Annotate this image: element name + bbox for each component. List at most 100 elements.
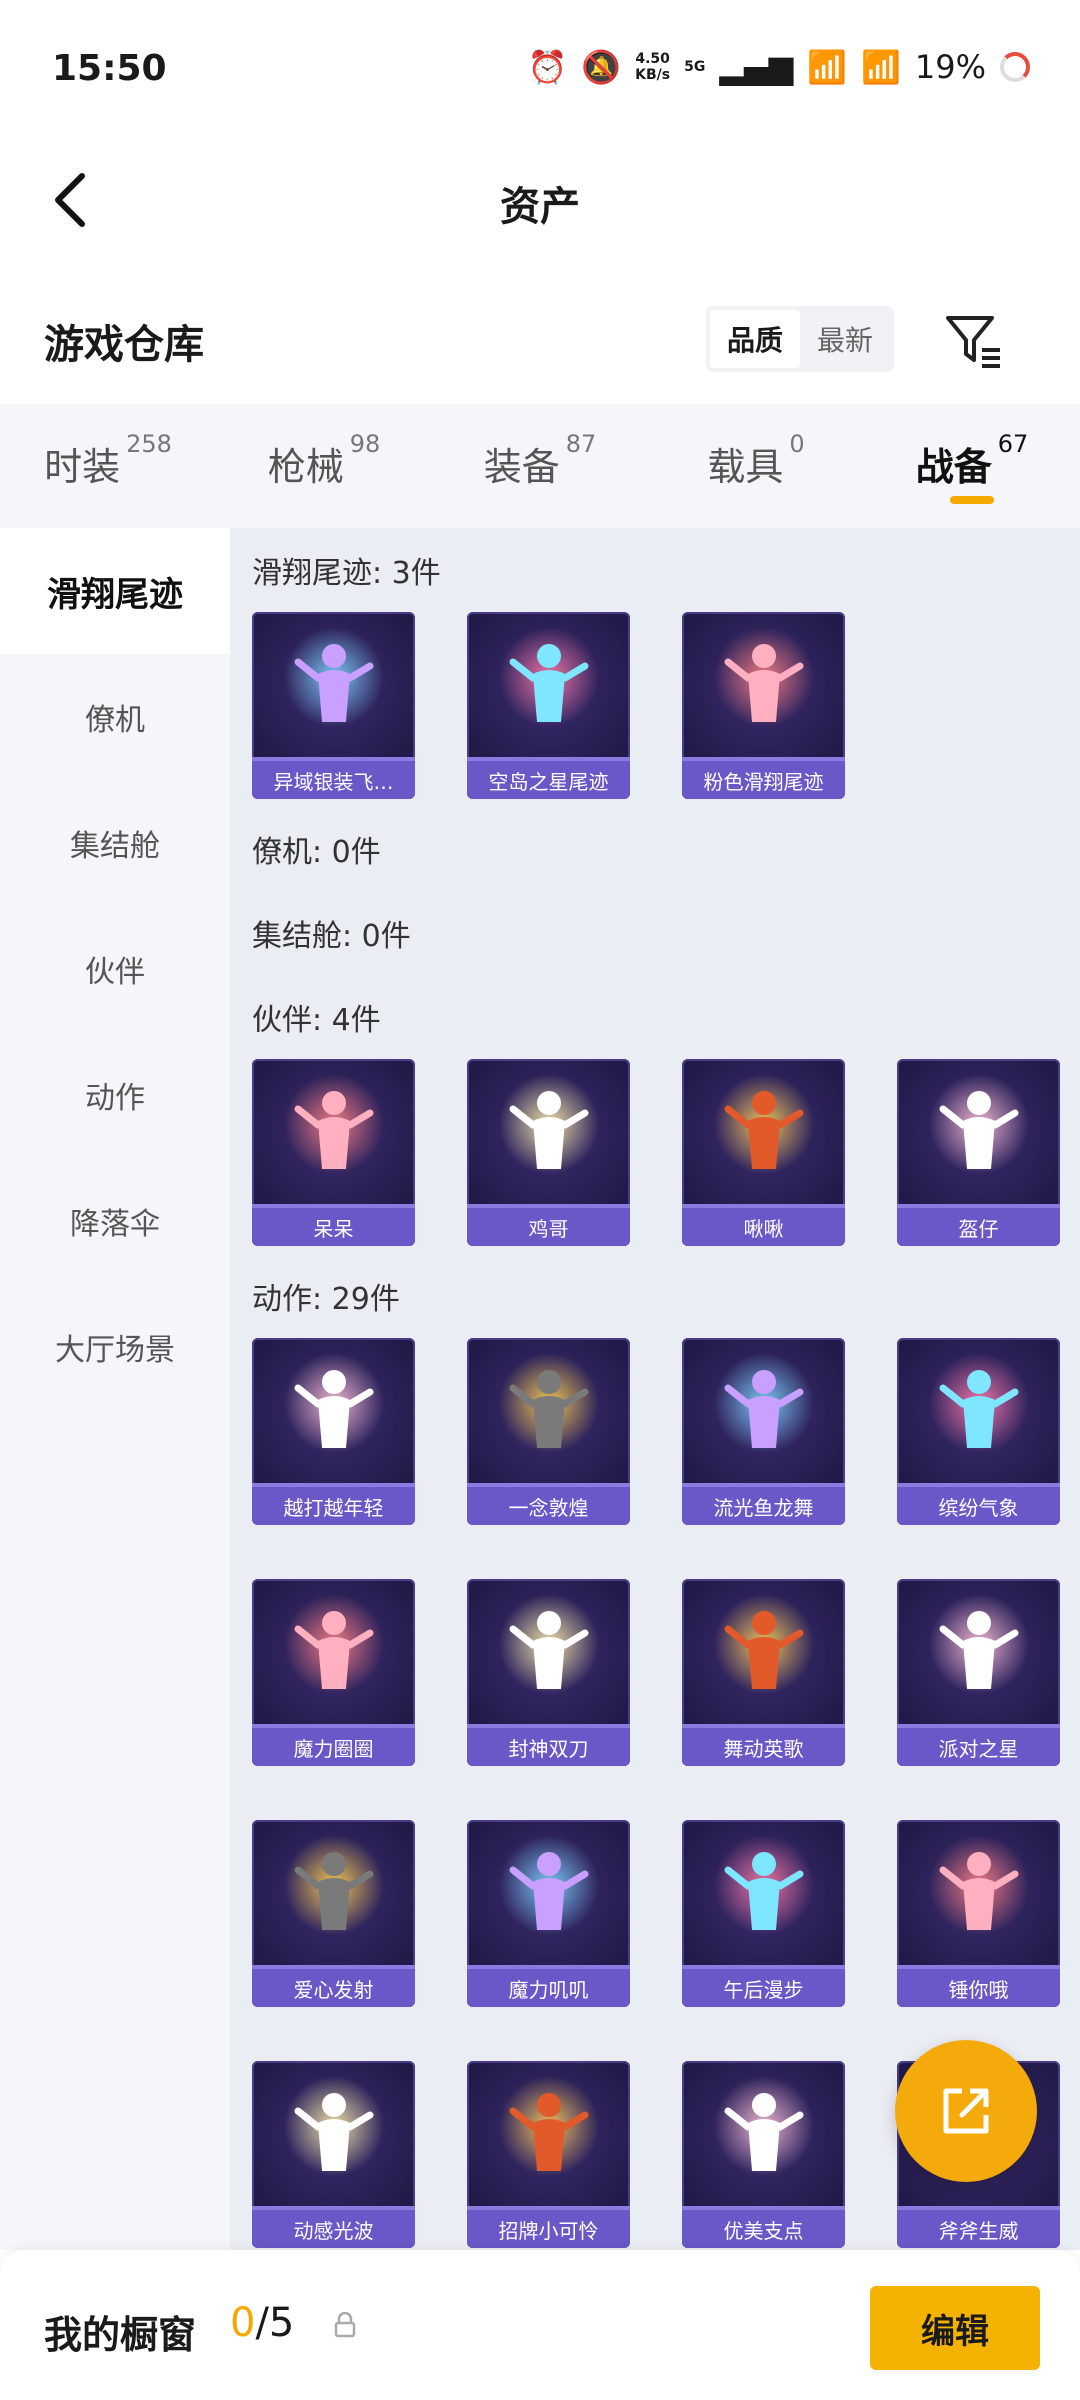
tab-count: 98 xyxy=(349,430,381,458)
item-name: 魔力叽叽 xyxy=(467,1969,630,2007)
sidebar-item-glide-trail[interactable]: 滑翔尾迹 xyxy=(0,528,230,654)
item-artwork xyxy=(682,1820,845,1970)
item-artwork xyxy=(467,612,630,762)
sidebar-item-rally-pod[interactable]: 集结舱 xyxy=(0,780,230,906)
tab-count: 67 xyxy=(997,430,1029,458)
tab-vehicles[interactable]: 载具 0 xyxy=(648,404,864,528)
tab-label: 战备 xyxy=(915,445,992,489)
sidebar-item-companion[interactable]: 伙伴 xyxy=(0,906,230,1032)
item-card[interactable]: 派对之星 xyxy=(897,1579,1060,1766)
item-card[interactable]: 盔仔 xyxy=(897,1059,1060,1246)
section-header: 游戏仓库 品质 最新 xyxy=(0,290,1080,390)
item-artwork xyxy=(467,1820,630,1970)
sort-toggle[interactable]: 品质 最新 xyxy=(706,306,894,372)
item-name: 招牌小可怜 xyxy=(467,2210,630,2248)
group-header: 滑翔尾迹: 3件 xyxy=(252,556,441,591)
item-grid: 呆呆 鸡哥 啾啾 盔仔 xyxy=(252,1059,1080,1246)
item-card[interactable]: 缤纷气象 xyxy=(897,1338,1060,1525)
wifi-icon-2: 📶 xyxy=(861,48,901,86)
sidebar-item-lobby-scene[interactable]: 大厅场景 xyxy=(0,1284,230,1410)
item-artwork xyxy=(682,1338,845,1488)
item-name: 斧斧生威 xyxy=(897,2210,1060,2248)
battery-icon xyxy=(1000,52,1030,82)
page-title: 资产 xyxy=(500,184,580,230)
header: 资产 xyxy=(0,140,1080,260)
section-title: 游戏仓库 xyxy=(44,322,204,368)
filter-button[interactable] xyxy=(942,308,1006,372)
item-artwork xyxy=(252,1059,415,1209)
item-name: 异域银装飞… xyxy=(252,761,415,799)
item-name: 越打越年轻 xyxy=(252,1487,415,1525)
tab-equipment[interactable]: 装备 87 xyxy=(432,404,648,528)
filter-icon xyxy=(946,316,1000,368)
sort-option-newest[interactable]: 最新 xyxy=(800,310,890,368)
item-card[interactable]: 优美支点 xyxy=(682,2061,845,2248)
showcase-current: 0 xyxy=(230,2300,256,2346)
sidebar: 滑翔尾迹 僚机 集结舱 伙伴 动作 降落伞 大厅场景 xyxy=(0,528,230,2250)
item-card[interactable]: 空岛之星尾迹 xyxy=(467,612,630,799)
item-card[interactable]: 封神双刀 xyxy=(467,1579,630,1766)
tab-label: 装备 xyxy=(483,445,560,489)
net-speed: 4.50 KB/s xyxy=(635,51,670,83)
sidebar-item-wingman[interactable]: 僚机 xyxy=(0,654,230,780)
item-grid: 异域银装飞… 空岛之星尾迹 粉色滑翔尾迹 xyxy=(252,612,1080,799)
item-name: 盔仔 xyxy=(897,1208,1060,1246)
item-card[interactable]: 越打越年轻 xyxy=(252,1338,415,1525)
sidebar-item-emote[interactable]: 动作 xyxy=(0,1032,230,1158)
item-artwork xyxy=(252,2061,415,2211)
item-name: 午后漫步 xyxy=(682,1969,845,2007)
item-artwork xyxy=(252,1579,415,1729)
tab-fashion[interactable]: 时装 258 xyxy=(0,404,216,528)
item-list: 滑翔尾迹: 3件 异域银装飞… 空岛之星尾迹 粉色滑翔尾迹 僚机: 0件 集结舱: 0件伙… xyxy=(230,528,1080,2250)
status-bar: 15:50 ⏰ 🔕 4.50 KB/s 5G ▂▄▆ 📶 📶 19% xyxy=(0,0,1080,140)
sort-option-quality[interactable]: 品质 xyxy=(710,310,800,368)
mute-icon: 🔕 xyxy=(581,48,622,86)
item-card[interactable]: 异域银装飞… xyxy=(252,612,415,799)
group-header: 僚机: 0件 xyxy=(252,835,381,870)
item-card[interactable]: 啾啾 xyxy=(682,1059,845,1246)
item-artwork xyxy=(897,1579,1060,1729)
tab-label: 载具 xyxy=(707,445,784,489)
group-header: 伙伴: 4件 xyxy=(252,1003,381,1038)
item-name: 魔力圈圈 xyxy=(252,1728,415,1766)
item-name: 舞动英歌 xyxy=(682,1728,845,1766)
external-link-icon xyxy=(943,2088,989,2134)
item-card[interactable]: 流光鱼龙舞 xyxy=(682,1338,845,1525)
item-artwork xyxy=(897,1338,1060,1488)
tab-gear[interactable]: 战备 67 xyxy=(864,404,1080,528)
item-artwork xyxy=(252,1820,415,1970)
item-card[interactable]: 午后漫步 xyxy=(682,1820,845,2007)
sidebar-item-parachute[interactable]: 降落伞 xyxy=(0,1158,230,1284)
item-name: 空岛之星尾迹 xyxy=(467,761,630,799)
item-card[interactable]: 魔力叽叽 xyxy=(467,1820,630,2007)
item-name: 锤你哦 xyxy=(897,1969,1060,2007)
item-card[interactable]: 一念敦煌 xyxy=(467,1338,630,1525)
tab-label: 枪械 xyxy=(267,445,344,489)
net-speed-unit: KB/s xyxy=(635,67,671,83)
item-artwork xyxy=(682,2061,845,2211)
item-artwork xyxy=(897,1059,1060,1209)
item-card[interactable]: 呆呆 xyxy=(252,1059,415,1246)
edit-button[interactable]: 编辑 xyxy=(870,2286,1040,2370)
item-card[interactable]: 锤你哦 xyxy=(897,1820,1060,2007)
item-card[interactable]: 招牌小可怜 xyxy=(467,2061,630,2248)
item-name: 封神双刀 xyxy=(467,1728,630,1766)
share-fab[interactable] xyxy=(895,2040,1037,2182)
item-name: 优美支点 xyxy=(682,2210,845,2248)
battery-text: 19% xyxy=(914,48,986,86)
item-card[interactable]: 魔力圈圈 xyxy=(252,1579,415,1766)
item-artwork xyxy=(467,1338,630,1488)
item-artwork xyxy=(252,612,415,762)
item-artwork xyxy=(467,1059,630,1209)
tab-weapons[interactable]: 枪械 98 xyxy=(216,404,432,528)
item-card[interactable]: 舞动英歌 xyxy=(682,1579,845,1766)
item-name: 啾啾 xyxy=(682,1208,845,1246)
item-card[interactable]: 爱心发射 xyxy=(252,1820,415,2007)
item-name: 爱心发射 xyxy=(252,1969,415,2007)
item-card[interactable]: 粉色滑翔尾迹 xyxy=(682,612,845,799)
item-card[interactable]: 动感光波 xyxy=(252,2061,415,2248)
item-artwork xyxy=(467,1579,630,1729)
group-header: 动作: 29件 xyxy=(252,1282,400,1317)
item-card[interactable]: 鸡哥 xyxy=(467,1059,630,1246)
cell-signal-icon: ▂▄▆ xyxy=(719,48,794,86)
